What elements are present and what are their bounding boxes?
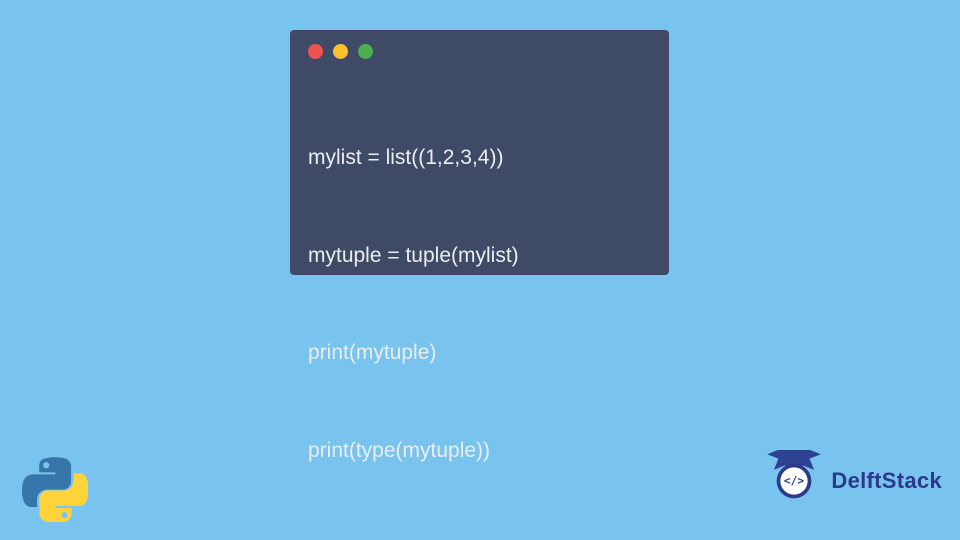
code-line: mylist = list((1,2,3,4)) <box>308 142 651 175</box>
maximize-icon <box>358 44 373 59</box>
code-line: print(mytuple) <box>308 337 651 370</box>
minimize-icon <box>333 44 348 59</box>
code-line: print(type(mytuple)) <box>308 435 651 468</box>
code-body: mylist = list((1,2,3,4)) mytuple = tuple… <box>308 77 651 533</box>
svg-text:</>: </> <box>784 475 804 488</box>
delftstack-logo-icon: </> <box>763 450 825 512</box>
delftstack-brand: </> DelftStack <box>763 450 942 512</box>
python-logo-icon <box>22 456 88 522</box>
code-line: mytuple = tuple(mylist) <box>308 240 651 273</box>
window-traffic-lights <box>308 44 651 59</box>
close-icon <box>308 44 323 59</box>
delftstack-name: DelftStack <box>831 468 942 494</box>
code-window: mylist = list((1,2,3,4)) mytuple = tuple… <box>290 30 669 275</box>
